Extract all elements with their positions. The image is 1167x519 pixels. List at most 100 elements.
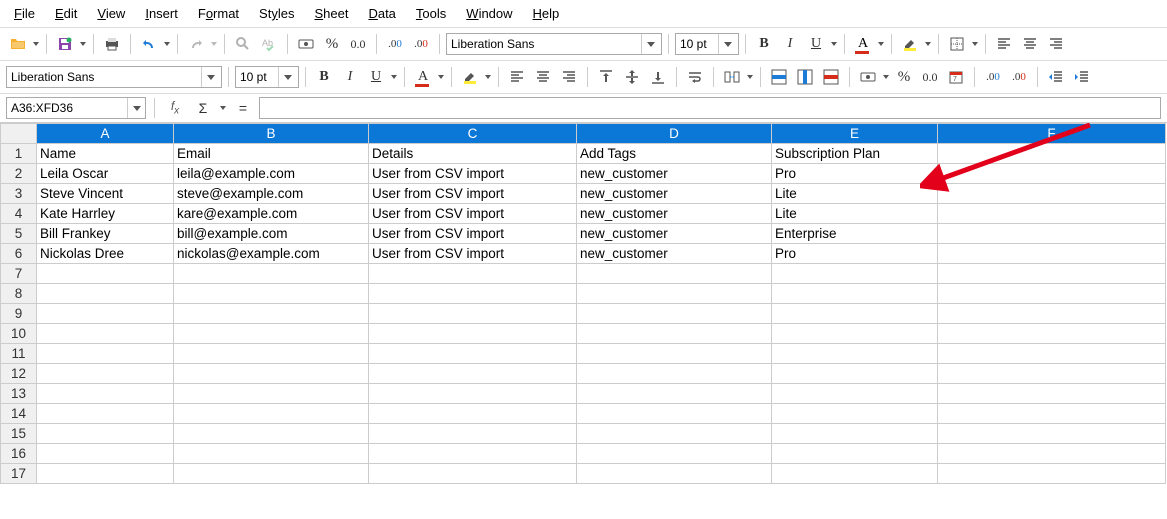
cell[interactable]: [369, 284, 577, 304]
cell[interactable]: Add Tags: [577, 144, 772, 164]
insert-cols-icon[interactable]: [793, 65, 817, 89]
cell[interactable]: [174, 304, 369, 324]
cell[interactable]: [174, 264, 369, 284]
menu-file[interactable]: File: [6, 4, 43, 23]
font-size-combo[interactable]: [675, 33, 739, 55]
italic-icon[interactable]: I: [778, 32, 802, 56]
cell[interactable]: [369, 404, 577, 424]
bold-icon-2[interactable]: B: [312, 65, 336, 89]
wrap-text-icon[interactable]: [683, 65, 707, 89]
open-dropdown[interactable]: [32, 32, 40, 56]
add-decimal-icon-2[interactable]: .00: [981, 65, 1005, 89]
cell[interactable]: [37, 324, 174, 344]
cell[interactable]: [772, 304, 938, 324]
valign-top-icon[interactable]: [594, 65, 618, 89]
cell[interactable]: User from CSV import: [369, 224, 577, 244]
save-icon[interactable]: [53, 32, 77, 56]
cell[interactable]: [772, 384, 938, 404]
cell[interactable]: [174, 344, 369, 364]
row-header[interactable]: 5: [1, 224, 37, 244]
cell[interactable]: Bill Frankey: [37, 224, 174, 244]
font-size-dropdown-2[interactable]: [278, 67, 296, 87]
insert-rows-icon[interactable]: [767, 65, 791, 89]
menu-insert[interactable]: Insert: [137, 4, 186, 23]
menu-window[interactable]: Window: [458, 4, 520, 23]
date-icon[interactable]: 7: [944, 65, 968, 89]
cell[interactable]: [174, 384, 369, 404]
row-header[interactable]: 7: [1, 264, 37, 284]
highlight-icon-2[interactable]: [458, 65, 482, 89]
row-header[interactable]: 9: [1, 304, 37, 324]
underline-icon-2[interactable]: U: [364, 65, 388, 89]
col-header-B[interactable]: B: [174, 124, 369, 144]
cell[interactable]: [772, 264, 938, 284]
font-size-dropdown[interactable]: [718, 34, 736, 54]
col-header-A[interactable]: A: [37, 124, 174, 144]
align-right-icon[interactable]: [1044, 32, 1068, 56]
align-right-icon-2[interactable]: [557, 65, 581, 89]
row-header[interactable]: 10: [1, 324, 37, 344]
cell[interactable]: Pro: [772, 244, 938, 264]
cell[interactable]: Subscription Plan: [772, 144, 938, 164]
cell[interactable]: new_customer: [577, 204, 772, 224]
cell[interactable]: [577, 444, 772, 464]
cell[interactable]: [577, 404, 772, 424]
cell[interactable]: Email: [174, 144, 369, 164]
cell[interactable]: [37, 384, 174, 404]
cell[interactable]: User from CSV import: [369, 164, 577, 184]
cell[interactable]: User from CSV import: [369, 204, 577, 224]
cell[interactable]: [37, 444, 174, 464]
row-header[interactable]: 12: [1, 364, 37, 384]
cell[interactable]: [772, 364, 938, 384]
row-header[interactable]: 3: [1, 184, 37, 204]
cell[interactable]: new_customer: [577, 164, 772, 184]
cell[interactable]: [577, 384, 772, 404]
formula-input[interactable]: [259, 97, 1161, 119]
cell[interactable]: [577, 464, 772, 484]
highlight-dropdown[interactable]: [924, 32, 932, 56]
font-size-input[interactable]: [676, 34, 718, 54]
cell[interactable]: new_customer: [577, 224, 772, 244]
menu-sheet[interactable]: Sheet: [306, 4, 356, 23]
remove-decimal-icon-2[interactable]: .00: [1007, 65, 1031, 89]
cell[interactable]: Enterprise: [772, 224, 938, 244]
row-header[interactable]: 17: [1, 464, 37, 484]
sum-dropdown[interactable]: [219, 96, 227, 120]
cell[interactable]: [938, 464, 1166, 484]
undo-icon[interactable]: [137, 32, 161, 56]
row-header[interactable]: 4: [1, 204, 37, 224]
menu-data[interactable]: Data: [360, 4, 403, 23]
undo-dropdown[interactable]: [163, 32, 171, 56]
cell[interactable]: [938, 324, 1166, 344]
row-header[interactable]: 13: [1, 384, 37, 404]
cell[interactable]: [938, 204, 1166, 224]
font-name-dropdown[interactable]: [641, 34, 659, 54]
row-header[interactable]: 6: [1, 244, 37, 264]
highlight-icon[interactable]: [898, 32, 922, 56]
cell[interactable]: Lite: [772, 204, 938, 224]
cell[interactable]: Leila Oscar: [37, 164, 174, 184]
col-header-C[interactable]: C: [369, 124, 577, 144]
cell[interactable]: [938, 364, 1166, 384]
cell[interactable]: [772, 464, 938, 484]
cell[interactable]: [938, 284, 1166, 304]
cell[interactable]: [938, 244, 1166, 264]
percent-icon[interactable]: %: [320, 32, 344, 56]
font-name-combo[interactable]: [446, 33, 662, 55]
cell[interactable]: [369, 364, 577, 384]
cell[interactable]: Name: [37, 144, 174, 164]
underline-dropdown[interactable]: [830, 32, 838, 56]
cell[interactable]: [174, 464, 369, 484]
cell[interactable]: [37, 424, 174, 444]
add-decimal-icon[interactable]: .00: [383, 32, 407, 56]
cell[interactable]: [772, 284, 938, 304]
cell[interactable]: leila@example.com: [174, 164, 369, 184]
row-header[interactable]: 8: [1, 284, 37, 304]
cell[interactable]: Pro: [772, 164, 938, 184]
font-size-combo-2[interactable]: [235, 66, 299, 88]
delete-rows-icon[interactable]: [819, 65, 843, 89]
cell[interactable]: [938, 404, 1166, 424]
print-icon[interactable]: [100, 32, 124, 56]
cell[interactable]: [37, 464, 174, 484]
cell[interactable]: [577, 264, 772, 284]
